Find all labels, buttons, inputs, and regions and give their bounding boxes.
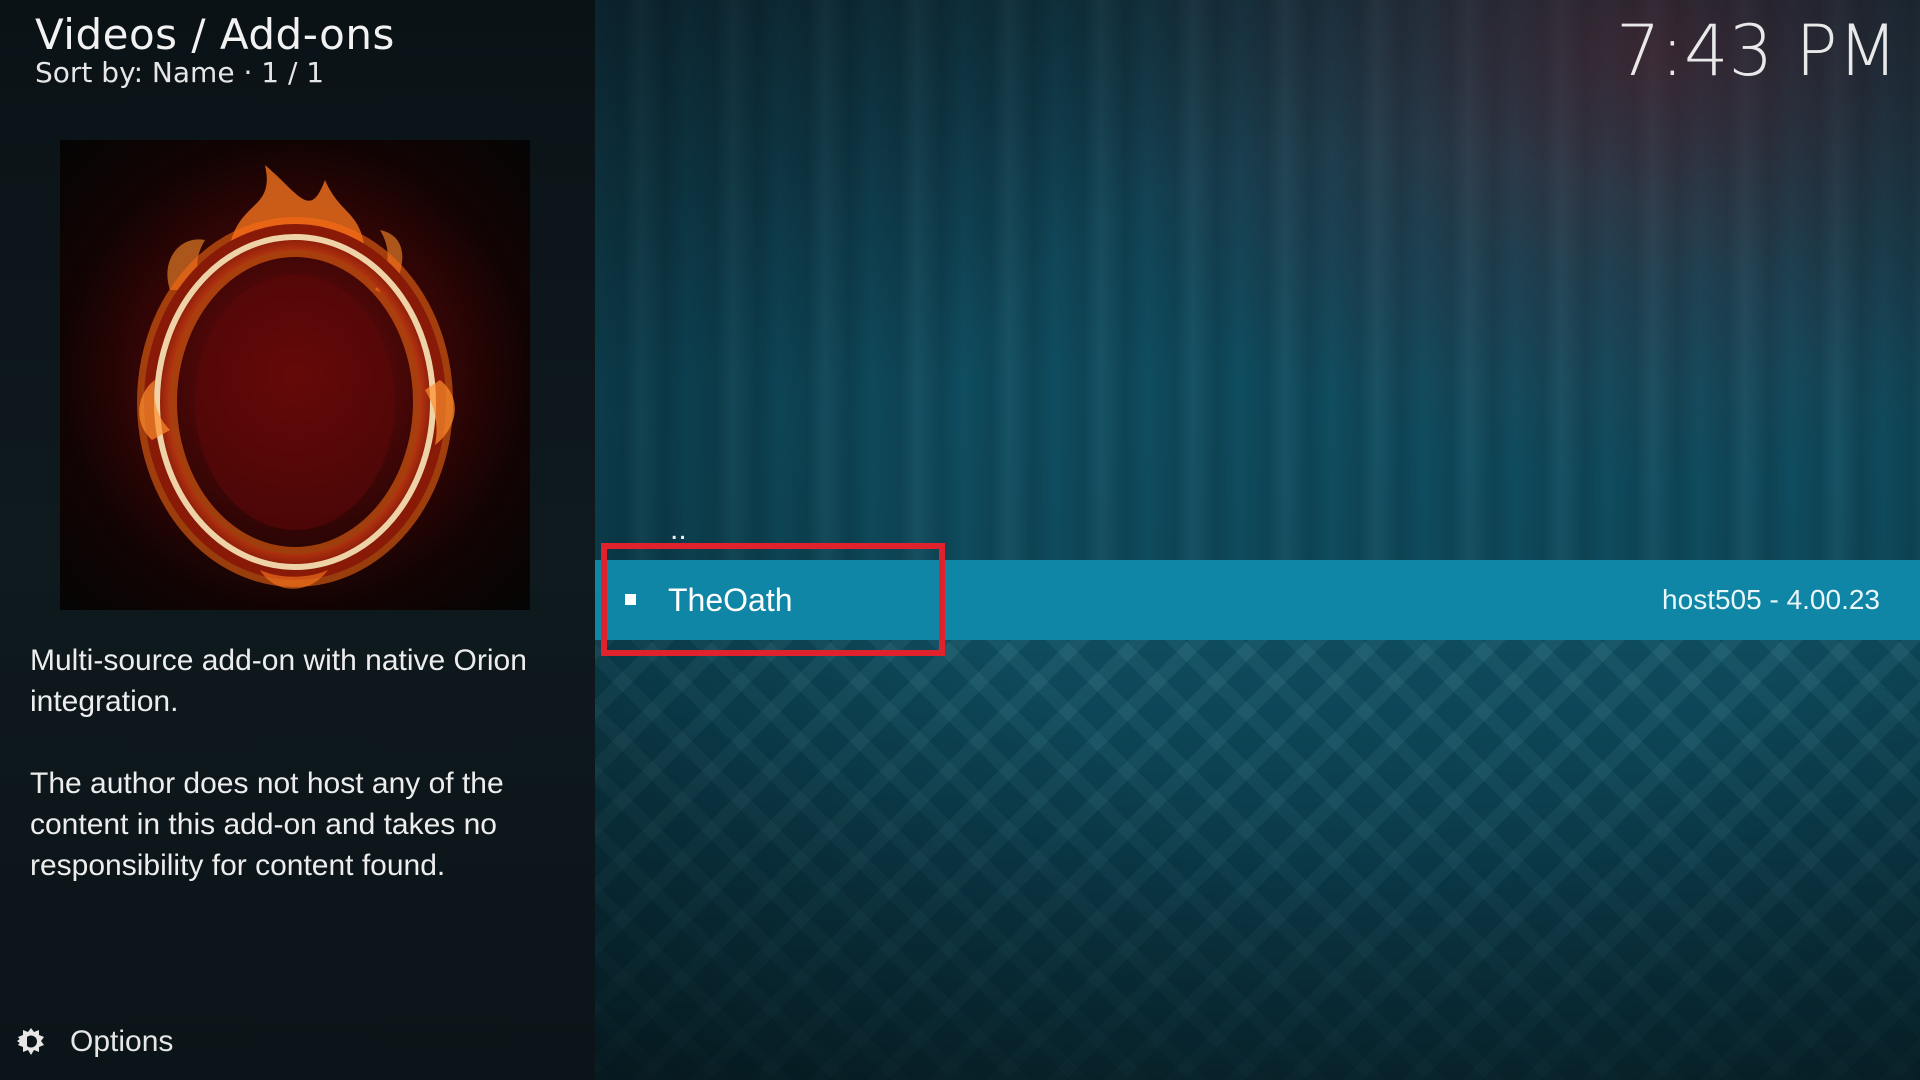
- vignette-overlay: [595, 0, 1920, 1080]
- description-paragraph-2: The author does not host any of the cont…: [30, 767, 504, 882]
- clock: 7:43 PM: [1615, 10, 1898, 92]
- background-area: [595, 0, 1920, 1080]
- options-label: Options: [70, 1025, 174, 1058]
- options-button[interactable]: Options: [14, 1022, 173, 1062]
- addon-thumbnail: [60, 140, 530, 610]
- breadcrumb: Videos / Add-ons: [35, 10, 395, 59]
- info-panel: Videos / Add-ons Sort by: Name · 1 / 1 M…: [0, 0, 595, 1080]
- options-icon: [17, 1028, 44, 1055]
- list-item-meta: host505 - 4.00.23: [1662, 584, 1880, 615]
- addon-description: Multi-source add-on with native Orion in…: [30, 640, 570, 927]
- sort-info: Sort by: Name · 1 / 1: [35, 56, 325, 89]
- description-paragraph-1: Multi-source add-on with native Orion in…: [30, 644, 527, 718]
- highlight-annotation: [601, 543, 945, 656]
- flaming-o-logo-icon: [137, 165, 455, 589]
- kodi-screen: Videos / Add-ons Sort by: Name · 1 / 1 M…: [0, 0, 1920, 1080]
